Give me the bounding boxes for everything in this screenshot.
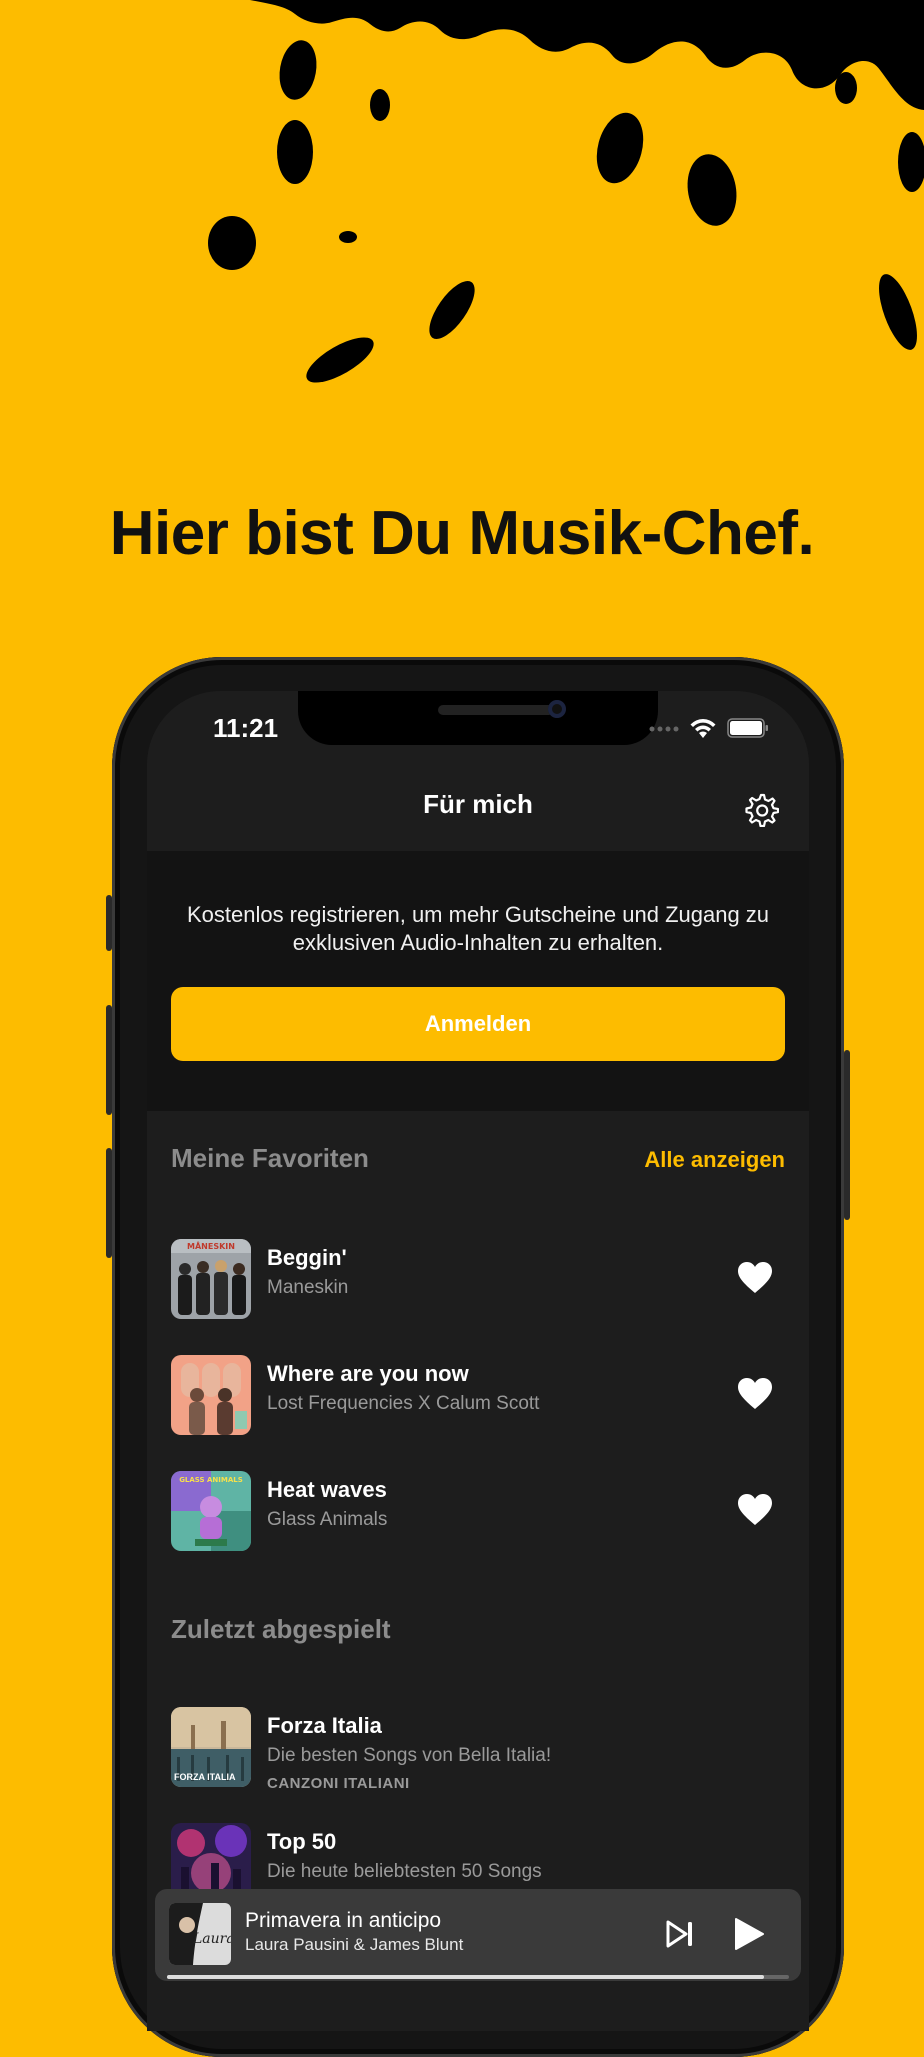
promo-text: Kostenlos registrieren, um mehr Gutschei… [186,902,770,955]
favorite-item[interactable]: MÅNESKIN Beggin' Maneskin [171,1239,785,1319]
phone-volume-down [106,1148,112,1258]
now-playing-artist: Laura Pausini & James Blunt [245,1935,464,1954]
song-artist: Glass Animals [267,1509,388,1530]
playlist-cover: FORZA ITALIA [171,1707,251,1787]
playlist-category: CANZONI ITALIANI [267,1775,410,1792]
status-icons [649,717,769,739]
skip-next-icon[interactable] [665,1919,695,1949]
status-bar: 11:21 [147,691,809,771]
recent-section-title: Zuletzt abgespielt [171,1614,391,1644]
playlist-title: Top 50 [267,1829,337,1854]
album-cover: GLASS ANIMALS [171,1471,251,1551]
playlist-title: Forza Italia [267,1713,382,1738]
album-cover [171,1355,251,1435]
see-all-link[interactable]: Alle anzeigen [644,1147,785,1173]
battery-icon [727,718,768,738]
favorite-item[interactable]: Where are you now Lost Frequencies X Cal… [171,1355,785,1435]
signal-icon [649,726,679,732]
phone-side-button [106,895,112,951]
playback-progress-fill [167,1975,765,1979]
status-time: 11:21 [213,713,279,743]
speaker-grille [438,705,554,715]
login-button[interactable]: Anmelden [171,987,785,1061]
phone-volume-up [106,1005,112,1115]
song-title: Heat waves [267,1477,387,1502]
heart-icon[interactable] [737,1377,773,1411]
notch [298,691,658,745]
heart-icon[interactable] [737,1261,773,1295]
song-artist: Maneskin [267,1277,349,1298]
front-camera [548,700,566,718]
recent-item[interactable]: FORZA ITALIA Forza Italia Die besten Son… [171,1707,785,1792]
heart-icon[interactable] [737,1493,773,1527]
playlist-subtitle: Die besten Songs von Bella Italia! [267,1745,552,1766]
mini-player[interactable]: Laura Primavera in anticipo Laura Pausin… [155,1889,801,1981]
svg-text:GLASS ANIMALS: GLASS ANIMALS [179,1476,243,1484]
navigation-bar: Für mich [147,771,809,851]
play-icon[interactable] [733,1917,765,1951]
playback-progress-bar[interactable] [167,1975,789,1979]
now-playing-cover-label: Laura [193,1931,231,1947]
album-cover: MÅNESKIN [171,1239,251,1319]
playlist-cover-label: FORZA ITALIA [174,1772,236,1782]
phone-screen: 11:21 Für mich Kostenlos registrieren, u… [147,691,809,2031]
playlist-subtitle: Die heute beliebtesten 50 Songs [267,1861,542,1882]
song-artist: Lost Frequencies X Calum Scott [267,1393,540,1414]
page-title: Für mich [423,789,533,819]
marketing-headline: Hier bist Du Musik-Chef. [109,499,815,568]
svg-text:MÅNESKIN: MÅNESKIN [187,1241,235,1251]
now-playing-cover: Laura [169,1903,231,1965]
wifi-icon [690,719,716,738]
song-title: Beggin' [267,1245,347,1270]
favorite-item[interactable]: GLASS ANIMALS Heat waves Glass Animals [171,1471,785,1551]
phone-power-button [844,1050,850,1220]
settings-gear-icon[interactable] [743,791,779,827]
now-playing-title: Primavera in anticipo [245,1909,442,1932]
registration-promo: Kostenlos registrieren, um mehr Gutschei… [147,851,809,1111]
favorites-section-title: Meine Favoriten [171,1143,369,1173]
ink-splash-decoration [208,0,924,383]
song-title: Where are you now [267,1361,469,1386]
